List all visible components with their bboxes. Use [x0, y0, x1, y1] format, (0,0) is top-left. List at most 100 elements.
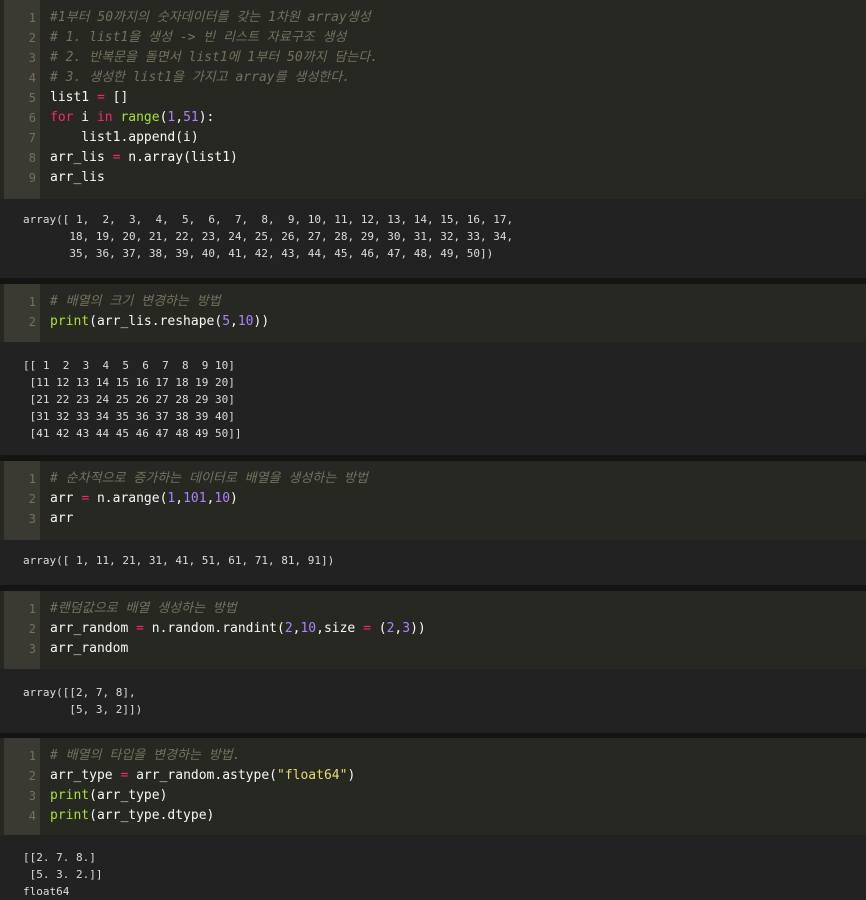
code-text: list1 = []: [50, 88, 128, 108]
code-token: (arr_type): [89, 788, 168, 803]
code-cell-input[interactable]: 1 # 배열의 타입을 변경하는 방법. 2 arr_type = arr_rando…: [0, 738, 866, 835]
code-token: "float64": [277, 768, 348, 783]
output-line: [21 22 23 24 25 26 27 28 29 30]: [23, 393, 235, 406]
code-token: #1부터 50까지의 숫자데이터를 갖는 1차원 array생성: [50, 10, 371, 25]
line-number: 3: [28, 642, 36, 656]
code-cell-input[interactable]: 1 # 순차적으로 증가하는 데이터로 배열을 생성하는 방법 2 arr = n.a…: [0, 461, 866, 540]
code-token: arr_lis: [50, 170, 105, 185]
code-text: # 배열의 타입을 변경하는 방법.: [50, 746, 240, 766]
line-number: 4: [28, 809, 36, 823]
code-token: (arr_type.dtype): [89, 808, 215, 823]
line-number: 1: [28, 472, 36, 486]
code-text: arr_type = arr_random.astype("float64"): [50, 766, 355, 786]
code-text: print(arr_type.dtype): [50, 806, 214, 826]
output-line: 35, 36, 37, 38, 39, 40, 41, 42, 43, 44, …: [23, 247, 494, 260]
code-token: (: [370, 621, 387, 636]
code-text: arr_random: [50, 639, 128, 659]
code-token: ): [347, 768, 356, 783]
code-token: # 2. 반복문을 돌면서 list1에 1부터 50까지 담는다.: [50, 50, 379, 65]
code-token: ):: [198, 110, 215, 125]
code-token: arr_random: [50, 621, 137, 636]
code-cell-input[interactable]: 1 #1부터 50까지의 숫자데이터를 갖는 1차원 array생성 2 # 1. l…: [0, 0, 866, 199]
code-token: arr_random.astype(: [128, 768, 277, 783]
code-cell-input[interactable]: 1 # 배열의 크기 변경하는 방법 2 print(arr_lis.reshape(…: [0, 284, 866, 342]
code-token: arr: [50, 511, 74, 526]
code-text: arr_random = n.random.randint(2,10,size …: [50, 619, 426, 639]
code-line: 3 arr: [0, 509, 866, 529]
code-text: arr = n.arange(1,101,10): [50, 489, 238, 509]
code-text: print(arr_lis.reshape(5,10)): [50, 312, 269, 332]
code-token: 2: [284, 621, 293, 636]
code-cell-output: array([ 1, 11, 21, 31, 41, 51, 61, 71, 8…: [0, 540, 866, 585]
code-token: (arr_lis.reshape(: [89, 314, 223, 329]
line-number: 7: [28, 131, 36, 145]
code-token: # 배열의 타입을 변경하는 방법.: [50, 748, 241, 763]
code-token: list1: [50, 90, 97, 105]
code-line: 1 # 배열의 타입을 변경하는 방법.: [0, 746, 866, 766]
code-text: for i in range(1,51):: [50, 108, 214, 128]
code-token: =: [81, 491, 90, 506]
code-line: 1 #1부터 50까지의 숫자데이터를 갖는 1차원 array생성: [0, 8, 866, 28]
code-token: i: [73, 110, 97, 125]
code-line: 3 arr_random: [0, 639, 866, 659]
output-line: [31 32 33 34 35 36 37 38 39 40]: [23, 410, 235, 423]
code-token: ,: [175, 491, 184, 506]
code-line: 2 print(arr_lis.reshape(5,10)): [0, 312, 866, 332]
output-line: [11 12 13 14 15 16 17 18 19 20]: [23, 376, 235, 389]
code-text: #랜덤값으로 배열 생성하는 방법: [50, 599, 237, 619]
code-line: 2 arr_random = n.random.randint(2,10,size…: [0, 619, 866, 639]
output-line: array([[2, 7, 8],: [23, 686, 136, 699]
code-token: )): [410, 621, 426, 636]
line-number: 8: [28, 151, 36, 165]
output-line: [5. 3. 2.]]: [23, 868, 103, 881]
output-line: [[ 1 2 3 4 5 6 7 8 9 10]: [23, 359, 235, 372]
code-line: 1 #랜덤값으로 배열 생성하는 방법: [0, 599, 866, 619]
code-text: # 3. 생성한 list1을 가지고 array를 생성한다.: [50, 68, 350, 88]
code-token: 10: [214, 491, 231, 506]
line-number: 3: [28, 51, 36, 65]
code-token: # 배열의 크기 변경하는 방법: [50, 294, 221, 309]
output-line: 18, 19, 20, 21, 22, 23, 24, 25, 26, 27, …: [23, 230, 514, 243]
code-token: 51: [183, 110, 199, 125]
code-line: 4 # 3. 생성한 list1을 가지고 array를 생성한다.: [0, 68, 866, 88]
code-token: # 1. list1을 생성 -> 빈 리스트 자료구조 생성: [50, 30, 347, 45]
code-line: 3 print(arr_type): [0, 786, 866, 806]
code-token: arr_random: [50, 641, 129, 656]
output-line: array([ 1, 2, 3, 4, 5, 6, 7, 8, 9, 10, 1…: [23, 213, 514, 226]
code-token: 5: [222, 314, 231, 329]
code-token: n.arange(: [89, 491, 168, 506]
code-text: arr: [50, 509, 73, 529]
code-token: ,: [230, 314, 238, 329]
code-line: 9 arr_lis: [0, 168, 866, 188]
code-token: for: [50, 110, 74, 125]
code-token: ,: [175, 110, 184, 125]
code-text: # 1. list1을 생성 -> 빈 리스트 자료구조 생성: [50, 28, 346, 48]
code-cell-output: [[ 1 2 3 4 5 6 7 8 9 10] [11 12 13 14 15…: [0, 342, 866, 455]
line-number: 2: [28, 31, 36, 45]
code-text: # 배열의 크기 변경하는 방법: [50, 292, 221, 312]
code-token: 101: [183, 491, 207, 506]
code-token: # 순차적으로 증가하는 데이터로 배열을 생성하는 방법: [50, 471, 368, 486]
output-line: array([ 1, 11, 21, 31, 41, 51, 61, 71, 8…: [23, 554, 335, 567]
code-token: =: [96, 90, 105, 105]
code-token: print: [50, 808, 90, 823]
code-text: # 순차적으로 증가하는 데이터로 배열을 생성하는 방법: [50, 469, 368, 489]
code-text: list1.append(i): [50, 128, 198, 148]
output-line: [[2. 7. 8.]: [23, 851, 96, 864]
line-number: 1: [28, 749, 36, 763]
line-number: 3: [28, 512, 36, 526]
code-token: ): [230, 491, 238, 506]
code-cell-output: array([[2, 7, 8], [5, 3, 2]]): [0, 669, 866, 733]
code-line: 1 # 배열의 크기 변경하는 방법: [0, 292, 866, 312]
code-token: in: [96, 110, 113, 125]
code-token: print: [50, 788, 90, 803]
code-text: #1부터 50까지의 숫자데이터를 갖는 1차원 array생성: [50, 8, 371, 28]
code-text: arr_lis = n.array(list1): [50, 148, 238, 168]
line-number: 2: [28, 622, 36, 636]
code-token: 3: [402, 621, 411, 636]
code-text: print(arr_type): [50, 786, 167, 806]
line-number: 2: [28, 315, 36, 329]
line-number: 3: [28, 789, 36, 803]
code-token: 10: [300, 621, 317, 636]
code-cell-input[interactable]: 1 #랜덤값으로 배열 생성하는 방법 2 arr_random = n.random…: [0, 591, 866, 669]
